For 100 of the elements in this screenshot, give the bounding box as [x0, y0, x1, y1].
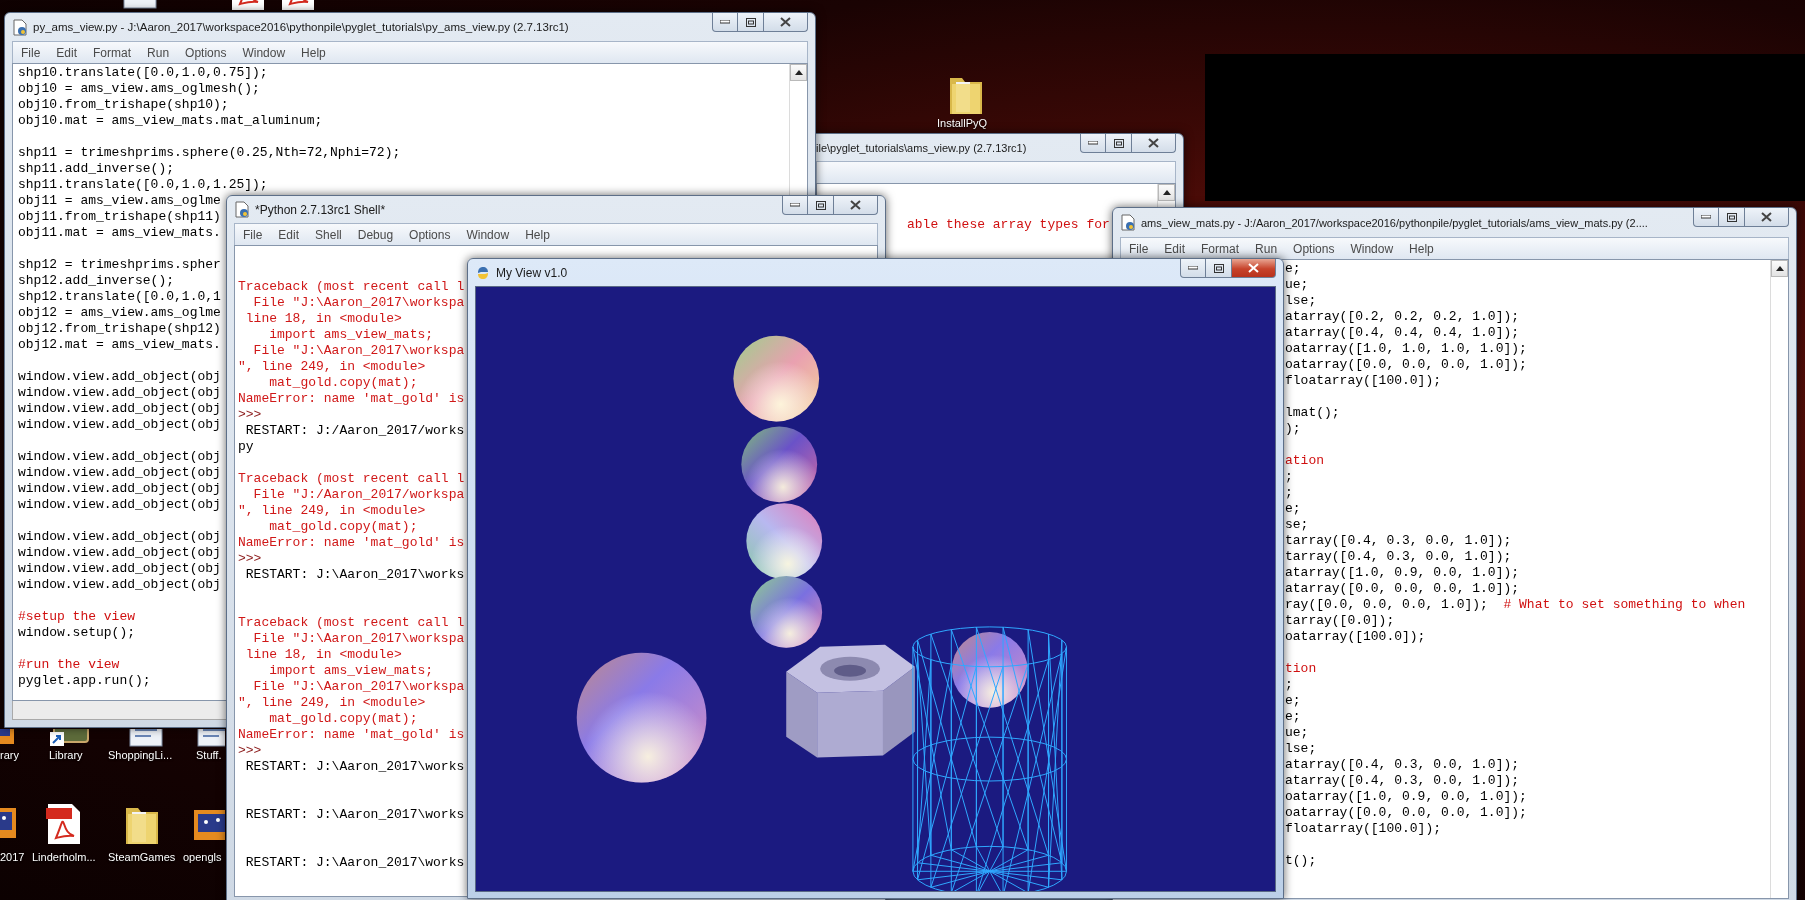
code-line: shp10.translate([0.0,1.0,0.75]); [18, 65, 268, 81]
code-line: obj12 = ams_view.ams_oglme [18, 305, 221, 321]
close-button[interactable] [834, 196, 878, 215]
menu-item[interactable]: Window [242, 45, 286, 60]
code-line: tarray([0.4, 0.3, 0.0, 1.0]); [1285, 549, 1512, 565]
menu-item[interactable]: File [243, 227, 263, 242]
minimize-icon [1088, 141, 1098, 145]
app-icon [475, 264, 491, 281]
code-line: ue; [1285, 277, 1309, 293]
close-button[interactable] [1132, 134, 1176, 153]
shell-output-line: NameError: name 'mat_gold' is [238, 727, 465, 743]
minimize-button[interactable] [1693, 208, 1719, 227]
code-line: window.view.add_object(obj [18, 385, 221, 401]
menu-item[interactable]: Options [185, 45, 227, 60]
menu-item[interactable]: Edit [278, 227, 300, 242]
code-line: shp11.add_inverse(); [18, 161, 175, 177]
menu-item[interactable]: Debug [357, 227, 394, 242]
icon-label[interactable]: rary [0, 749, 19, 761]
minimize-button[interactable] [782, 196, 808, 215]
file-icon [1120, 214, 1136, 231]
minimize-button[interactable] [1180, 259, 1206, 278]
close-icon [1761, 212, 1772, 222]
menu-item[interactable]: Help [525, 227, 550, 242]
maximize-icon [1113, 138, 1124, 148]
minimize-button[interactable] [1080, 134, 1106, 153]
code-line: obj11.mat = ams_view_mats. [18, 225, 221, 241]
icon-label[interactable]: Linderholm... [32, 851, 96, 863]
window-title: *Python 2.7.13rc1 Shell* [255, 202, 386, 217]
icon-label[interactable]: Library [49, 749, 83, 761]
code-line: window.view.add_object(obj [18, 449, 221, 465]
scroll-up-button[interactable] [1771, 260, 1788, 277]
menu-item[interactable]: File [1129, 241, 1149, 256]
code-line: atarray([0.0, 0.0, 0.0, 1.0]); [1285, 581, 1520, 597]
icon-label[interactable]: SteamGames [108, 851, 176, 863]
scroll-up-button[interactable] [790, 64, 807, 81]
shell-output-line: RESTART: J:\Aaron_2017\works [244, 807, 465, 823]
up-arrow-icon [1775, 266, 1784, 271]
icon-label[interactable]: 2017 [0, 851, 25, 863]
code-line: shp12.add_inverse(); [18, 273, 175, 289]
code-line: lse; [1285, 293, 1317, 309]
window-title: py_ams_view.py - J:\Aaron_2017\workspace2016\pythonpile\pyglet_tutorials\py_ams_view.py (2.7.13rc1) [33, 21, 569, 33]
maximize-button[interactable] [1206, 259, 1232, 278]
menu-item[interactable]: Format [1201, 241, 1240, 256]
code-line: e; [1285, 693, 1301, 709]
code-line: obj12.from_trishape(shp12) [18, 321, 221, 337]
menu-item[interactable]: Help [1409, 241, 1434, 256]
menu-item[interactable]: Run [1255, 241, 1278, 256]
menu-item[interactable]: Run [147, 45, 170, 60]
menu-item[interactable]: Edit [56, 45, 78, 60]
maximize-button[interactable] [1719, 208, 1745, 227]
menu-item[interactable]: Options [1293, 241, 1335, 256]
shell-output-line: File "J:/Aaron_2017/workspa [252, 487, 465, 503]
maximize-button[interactable] [1106, 134, 1132, 153]
menu-item[interactable]: Edit [1164, 241, 1186, 256]
icon-label[interactable]: Stuff. [196, 749, 222, 761]
code-line: shp12.translate([0.0,1.0,1 [18, 289, 221, 305]
code-line: ; [1285, 677, 1293, 693]
code-line: oatarray([0.0, 0.0, 0.0, 1.0]); [1285, 357, 1527, 373]
maximize-button[interactable] [808, 196, 834, 215]
menu-item[interactable]: Format [93, 45, 132, 60]
code-line: window.view.add_object(obj [18, 417, 221, 433]
menu-item[interactable]: Options [409, 227, 451, 242]
maximize-icon [1726, 212, 1737, 222]
close-button[interactable] [1232, 259, 1276, 278]
shell-output-line: RESTART: J:\Aaron_2017\works [244, 567, 465, 583]
code-line: oatarray([0.0, 0.0, 0.0, 1.0]); [1285, 805, 1527, 821]
minimize-button[interactable] [712, 13, 738, 32]
shell-output-line: NameError: name 'mat_gold' is [238, 535, 465, 551]
icon-label[interactable]: InstallPyQ [937, 117, 988, 129]
scroll-up-button[interactable] [1158, 184, 1175, 201]
shell-output-line: mat_gold.copy(mat); [268, 375, 418, 391]
shell-output-line: import ams_view_mats; [268, 663, 434, 679]
maximize-button[interactable] [738, 13, 764, 32]
window-title: My View v1.0 [496, 265, 568, 280]
close-button[interactable] [1745, 208, 1789, 227]
code-line: pyglet.app.run(); [18, 673, 151, 689]
menu-item[interactable]: File [21, 45, 41, 60]
close-button[interactable] [764, 13, 808, 32]
menu-item[interactable]: Help [301, 45, 326, 60]
code-comment: ation [1285, 453, 1324, 469]
icon-label[interactable]: opengls [183, 851, 222, 863]
code-line: window.view.add_object(obj [18, 529, 221, 545]
code-line: obj10.mat = ams_view_mats.mat_aluminum; [18, 113, 323, 129]
shell-output-line: >>> [238, 743, 262, 759]
icon-label[interactable]: ShoppingLi... [108, 749, 173, 761]
code-line: window.setup(); [18, 625, 136, 641]
code-line: atarray([1.0, 0.9, 0.0, 1.0]); [1285, 565, 1520, 581]
shortcut-icon[interactable] [50, 729, 90, 748]
minimize-icon [790, 203, 800, 207]
minimize-icon [720, 20, 730, 24]
code-line: atarray([0.4, 0.3, 0.0, 1.0]); [1285, 757, 1520, 773]
code-line: window.view.add_object(obj [18, 577, 221, 593]
menu-item[interactable]: Window [1350, 241, 1394, 256]
shell-output-line: File "J:\Aaron_2017\workspa [252, 295, 465, 311]
code-line: shp12 = trimeshprims.spher [18, 257, 221, 273]
shell-output-line: RESTART: J:/Aaron_2017/works [244, 423, 465, 439]
shell-output-line: line 18, in <module> [244, 311, 402, 327]
menu-item[interactable]: Shell [315, 227, 342, 242]
shell-output-line: RESTART: J:\Aaron_2017\works [244, 759, 465, 775]
menu-item[interactable]: Window [466, 227, 510, 242]
